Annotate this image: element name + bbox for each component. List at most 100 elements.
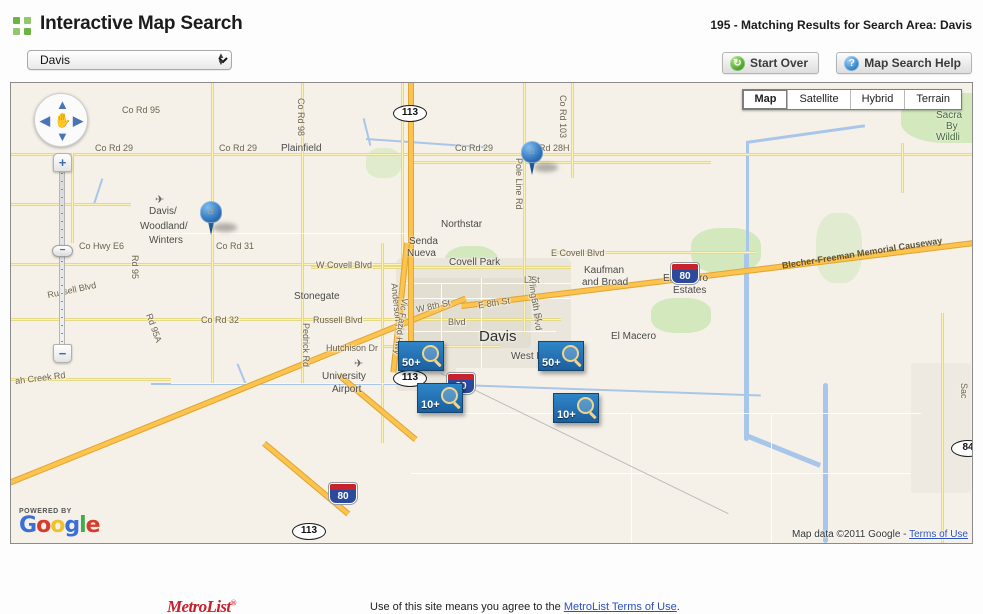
map-street (771, 413, 772, 543)
map-label-road: Blvd (448, 317, 466, 327)
map-river (362, 118, 372, 146)
property-pin-marker[interactable]: ⌂ (521, 141, 558, 175)
zoom-slider-ticks (61, 173, 63, 343)
map-label-causeway: Blecher-Freeman Memorial Causeway (781, 235, 943, 271)
map-label-place: University (322, 371, 366, 382)
map-type-hybrid[interactable]: Hybrid (850, 90, 906, 109)
cluster-count: 50+ (542, 357, 561, 369)
map-label-place: Stonegate (294, 291, 340, 302)
zoom-in-button[interactable]: + (53, 153, 72, 172)
map-road (571, 83, 574, 178)
pan-down-icon[interactable]: ▼ (56, 130, 69, 143)
map-label-road: E Covell Blvd (551, 248, 605, 258)
map-road (941, 313, 944, 543)
pan-right-icon[interactable]: ▶ (73, 114, 83, 127)
attribution-text: Map data ©2011 Google - (792, 529, 910, 540)
terms-suffix: . (676, 601, 680, 613)
map-search-help-button[interactable]: ? Map Search Help (836, 52, 972, 74)
map-road (901, 143, 904, 193)
map-label-place: Kaufman (584, 265, 625, 276)
airport-icon: ✈ (354, 358, 364, 370)
airport-icon: ✈ (155, 194, 165, 206)
pan-up-icon[interactable]: ▲ (56, 98, 69, 111)
map-street (411, 473, 911, 474)
google-logo: POWERED BY Google (19, 508, 101, 537)
map-label-place: and Broad (582, 277, 629, 288)
map-label-road: L St (524, 275, 540, 285)
map-river (745, 433, 822, 468)
map-label-road: Rd 95 (130, 255, 140, 280)
zoom-slider-thumb[interactable]: − (52, 245, 73, 257)
page-title: Interactive Map Search (40, 13, 243, 34)
pin-shadow (534, 163, 558, 172)
cluster-marker[interactable]: 10+ (417, 383, 463, 413)
map-label-road: Co Rd 29 (455, 143, 494, 153)
cluster-marker[interactable]: 10+ (553, 393, 599, 423)
map-street (631, 413, 632, 543)
map-label-road: W Covell Blvd (316, 260, 373, 270)
cluster-marker[interactable]: 50+ (398, 341, 444, 371)
map-label-road: Sac (959, 383, 969, 399)
route-shield-113: 113 (393, 105, 427, 122)
cluster-marker[interactable]: 50+ (538, 341, 584, 371)
map-label-city: Davis (479, 328, 517, 345)
matching-results-text: 195 - Matching Results for Search Area: … (710, 18, 972, 32)
map-viewport[interactable]: Co Rd 29 Co Rd 29 Co Rd 29 Co Rd 95 Co R… (10, 82, 973, 544)
map-river (745, 124, 866, 144)
map-river (823, 383, 828, 543)
route-shield-i80: 80 (329, 483, 357, 504)
map-label-road: ah Creek Rd (14, 369, 66, 387)
pan-hand-icon[interactable]: ✋ (54, 112, 71, 129)
map-type-terrain[interactable]: Terrain (905, 90, 961, 109)
map-label-place: El Macero (611, 331, 657, 342)
map-search-help-label: Map Search Help (864, 56, 961, 70)
map-label-place: Winters (149, 235, 183, 246)
map-zoom-control[interactable]: + − − (52, 153, 73, 363)
map-highway-113 (408, 83, 414, 373)
magnifier-icon (422, 345, 439, 362)
start-over-label: Start Over (749, 56, 808, 70)
map-label-place: Nueva (407, 248, 436, 259)
magnifier-icon (562, 345, 579, 362)
map-pan-control[interactable]: ▲ ▼ ◀ ▶ ✋ (34, 93, 88, 147)
start-over-button[interactable]: ↻ Start Over (721, 52, 819, 74)
metrolist-terms-link[interactable]: MetroList Terms of Use (564, 601, 677, 613)
map-river (746, 143, 749, 253)
map-label-road: Rd 95A (144, 312, 164, 344)
terms-of-use-link[interactable]: Terms of Use (909, 529, 968, 540)
magnifier-icon (441, 387, 458, 404)
map-road (411, 161, 711, 164)
four-squares-icon (13, 17, 33, 37)
metrolist-logo: MetroList® (167, 597, 237, 614)
property-pin-marker[interactable]: ⌂ (200, 201, 237, 235)
map-label-road: Co Rd 32 (201, 315, 240, 325)
search-area-select[interactable]: Davis (27, 50, 232, 70)
question-circle-icon: ? (844, 56, 860, 71)
map-label-road: Rd 28H (539, 143, 570, 153)
cluster-count: 10+ (557, 409, 576, 421)
map-type-map[interactable]: Map (743, 90, 789, 109)
map-label-place: Covell Park (449, 257, 501, 268)
map-label-road: Co Rd 98 (296, 98, 306, 137)
interactive-map-search-page: Interactive Map Search 195 - Matching Re… (0, 0, 983, 614)
map-street (171, 383, 401, 384)
pan-left-icon[interactable]: ◀ (40, 114, 50, 127)
pin-shadow (213, 223, 237, 232)
map-label-road: Co Hwy E6 (79, 241, 125, 251)
map-type-switcher[interactable]: Map Satellite Hybrid Terrain (742, 89, 962, 110)
zoom-out-button[interactable]: − (53, 344, 72, 363)
map-label-road: Hutchison Dr (326, 343, 379, 353)
map-street (401, 283, 571, 284)
map-label-place: By (946, 121, 958, 132)
map-label-road: Co Rd 29 (95, 143, 134, 153)
map-highway-113 (262, 441, 351, 517)
cluster-count: 50+ (402, 357, 421, 369)
map-canvas[interactable]: Co Rd 29 Co Rd 29 Co Rd 29 Co Rd 95 Co R… (11, 83, 972, 543)
magnifier-icon (577, 397, 594, 414)
terms-prefix: Use of this site means you agree to the (370, 601, 564, 613)
map-type-satellite[interactable]: Satellite (788, 90, 851, 109)
map-label-road: Pedrick Rd (301, 323, 311, 368)
map-label-place: Estates (673, 285, 707, 296)
map-label-place: Senda (409, 236, 438, 247)
route-shield-113: 113 (292, 523, 326, 540)
